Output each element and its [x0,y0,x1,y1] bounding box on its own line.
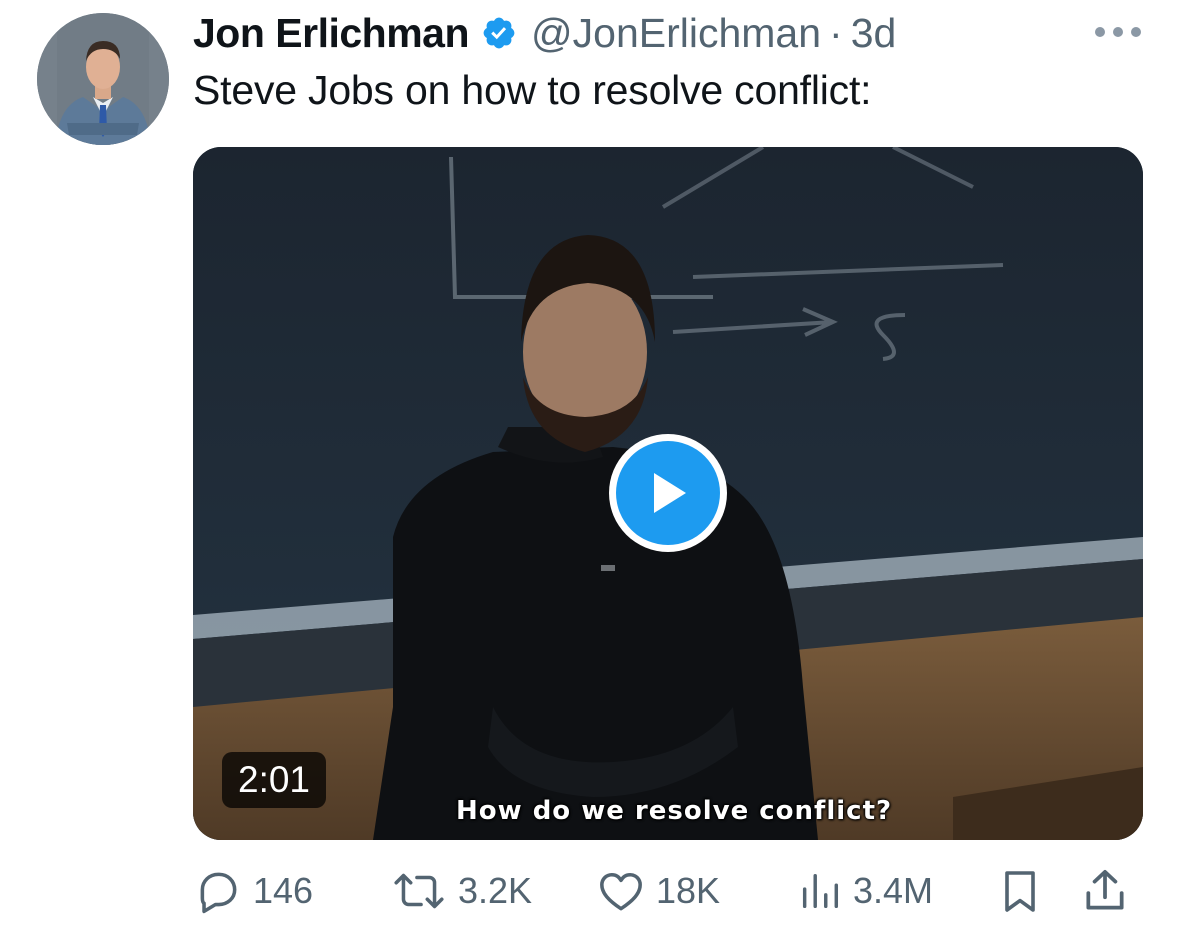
bookmark-button[interactable] [996,860,1044,922]
bookmark-icon [1005,871,1035,912]
avatar-portrait [37,13,169,145]
like-icon [600,872,642,911]
video-player[interactable] [193,147,1143,840]
like-count: 18K [656,870,721,911]
more-options-icon[interactable] [1095,15,1141,49]
tweet-text: Steve Jobs on how to resolve conflict: [193,67,872,113]
more-dot [1131,27,1141,37]
play-button-circle [616,441,720,545]
tweet-timestamp[interactable]: 3d [851,10,897,57]
reply-count: 146 [253,870,314,911]
video-subtitle: How do we resolve conflict? [456,796,893,826]
retweet-button[interactable]: 3.2K [390,860,532,922]
separator-dot: · [829,9,843,56]
like-button[interactable]: 18K [596,860,720,922]
views-button[interactable]: 3.4M [797,860,933,922]
reply-icon [200,872,237,914]
author-name[interactable]: Jon Erlichman [193,10,470,57]
views-count: 3.4M [853,870,934,911]
author-handle[interactable]: @JonErlichman [531,10,821,57]
views-icon [802,873,839,909]
share-button[interactable] [1080,860,1130,922]
more-dot [1113,27,1123,37]
tweet-header: Jon Erlichman @JonErlichman · 3d [193,8,896,58]
retweet-count: 3.2K [458,870,533,911]
more-dot [1095,27,1105,37]
verified-badge-icon [483,17,515,49]
author-avatar[interactable] [37,13,169,145]
tweet-actions-bar: 146 3.2K 18K 3.4M [0,860,1179,922]
reply-button[interactable]: 146 [193,860,313,922]
play-button[interactable] [609,434,727,552]
video-duration-badge: 2:01 [222,752,327,808]
retweet-icon [394,873,444,909]
play-icon [654,473,686,513]
share-icon [1086,869,1124,910]
